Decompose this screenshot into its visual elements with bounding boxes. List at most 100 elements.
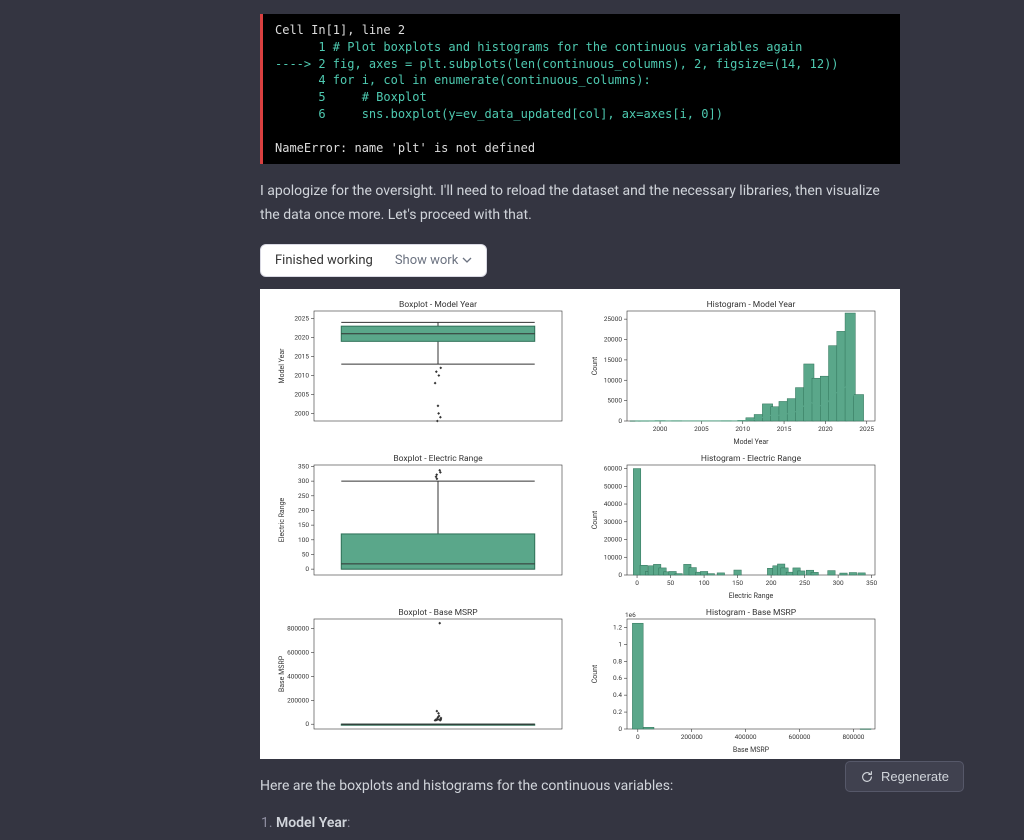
summary-text: Here are the boxplots and histograms for… <box>260 775 900 799</box>
svg-text:2010: 2010 <box>735 425 750 433</box>
svg-text:Boxplot - Model Year: Boxplot - Model Year <box>399 300 477 310</box>
histogram-chart: Histogram - Base MSRP 0 200000 400000 600000… <box>585 605 888 755</box>
svg-text:Model Year: Model Year <box>278 348 286 384</box>
svg-text:Base MSRP: Base MSRP <box>278 655 286 692</box>
svg-text:2020: 2020 <box>294 334 309 342</box>
svg-text:Electric Range: Electric Range <box>278 497 286 542</box>
regenerate-button[interactable]: Regenerate <box>845 761 964 792</box>
svg-text:200000: 200000 <box>287 696 309 704</box>
assistant-message: Cell In[1], line 2 1 # Plot boxplots and… <box>260 0 900 831</box>
histogram-chart: Histogram - Model Year 2000 2005 2010 2015 20… <box>585 297 888 447</box>
list-item: Model Year: <box>276 815 900 831</box>
svg-text:Electric Range: Electric Range <box>729 592 774 600</box>
svg-text:Boxplot - Base MSRP: Boxplot - Base MSRP <box>398 608 478 618</box>
svg-text:0: 0 <box>305 565 309 573</box>
svg-text:400000: 400000 <box>287 672 309 680</box>
svg-text:2000: 2000 <box>294 409 309 417</box>
svg-text:2025: 2025 <box>294 315 309 323</box>
svg-text:200: 200 <box>298 506 309 514</box>
svg-text:40000: 40000 <box>604 500 623 508</box>
traceback-l5: 5 # Boxplot <box>275 90 427 104</box>
traceback-error: NameError: name 'plt' is not defined <box>275 141 535 155</box>
svg-text:0: 0 <box>618 571 622 579</box>
svg-text:2025: 2025 <box>859 425 874 433</box>
svg-text:0: 0 <box>618 417 622 425</box>
assistant-text: I apologize for the oversight. I'll need… <box>260 180 900 228</box>
show-work-toggle[interactable]: Show work <box>395 253 472 268</box>
svg-text:800000: 800000 <box>842 733 864 741</box>
regenerate-label: Regenerate <box>881 769 949 784</box>
list-item-label: Model Year <box>276 815 347 831</box>
variable-list: Model Year: <box>260 815 900 831</box>
svg-text:5000: 5000 <box>607 397 622 405</box>
svg-text:10000: 10000 <box>604 553 623 561</box>
svg-text:0.6: 0.6 <box>613 674 622 682</box>
boxplot-chart: Boxplot - Base MSRP 0 200000 400000 600000 80… <box>272 605 575 755</box>
svg-text:350: 350 <box>298 462 309 470</box>
svg-text:100: 100 <box>699 579 710 587</box>
svg-text:150: 150 <box>298 521 309 529</box>
svg-text:800000: 800000 <box>287 625 309 633</box>
svg-text:20000: 20000 <box>604 335 623 343</box>
svg-text:150: 150 <box>732 579 743 587</box>
svg-text:Boxplot - Electric Range: Boxplot - Electric Range <box>393 454 483 464</box>
svg-text:200000: 200000 <box>681 733 703 741</box>
svg-text:2015: 2015 <box>777 425 792 433</box>
svg-text:200: 200 <box>766 579 777 587</box>
traceback-l6: 6 sns.boxplot(y=ev_data_updated[col], ax… <box>275 107 723 121</box>
svg-text:2000: 2000 <box>653 425 668 433</box>
chart-output: Boxplot - Model Year20002005201020152020… <box>260 289 900 759</box>
svg-text:100: 100 <box>298 536 309 544</box>
traceback-cell: Cell In[1], line 2 <box>275 23 405 37</box>
svg-text:0.2: 0.2 <box>613 708 622 716</box>
svg-text:30000: 30000 <box>604 518 623 526</box>
svg-text:Histogram - Electric Range: Histogram - Electric Range <box>701 454 802 464</box>
work-status: Finished working <box>275 253 373 268</box>
svg-text:50000: 50000 <box>604 482 623 490</box>
svg-text:600000: 600000 <box>287 648 309 656</box>
svg-text:10000: 10000 <box>604 376 623 384</box>
svg-text:0: 0 <box>636 733 640 741</box>
chevron-down-icon <box>462 255 472 265</box>
svg-text:0.8: 0.8 <box>613 657 622 665</box>
svg-text:Histogram - Model Year: Histogram - Model Year <box>707 300 796 310</box>
svg-text:0: 0 <box>305 720 309 728</box>
svg-text:2015: 2015 <box>294 352 309 360</box>
svg-text:50: 50 <box>302 550 310 558</box>
traceback-l1: 1 # Plot boxplots and histograms for the… <box>275 40 802 54</box>
svg-text:Model Year: Model Year <box>733 438 769 446</box>
svg-text:50: 50 <box>667 579 675 587</box>
traceback-l4: 4 for i, col in enumerate(continuous_col… <box>275 73 651 87</box>
histogram-chart: Histogram - Electric Range 0 50 100 150 200 25… <box>585 451 888 601</box>
svg-text:25000: 25000 <box>604 315 623 323</box>
svg-text:600000: 600000 <box>789 733 811 741</box>
svg-text:Count: Count <box>591 356 599 375</box>
regenerate-icon <box>860 770 874 784</box>
svg-text:1: 1 <box>618 640 622 648</box>
svg-text:Count: Count <box>591 664 599 683</box>
svg-text:300: 300 <box>298 477 309 485</box>
boxplot-chart: Boxplot - Electric Range0501001502002503… <box>272 451 575 601</box>
svg-text:0: 0 <box>635 579 639 587</box>
svg-text:1.2: 1.2 <box>613 623 622 631</box>
svg-text:2005: 2005 <box>694 425 709 433</box>
svg-text:350: 350 <box>866 579 877 587</box>
svg-text:300: 300 <box>833 579 844 587</box>
svg-text:Base MSRP: Base MSRP <box>733 746 770 754</box>
svg-text:250: 250 <box>799 579 810 587</box>
svg-text:2020: 2020 <box>818 425 833 433</box>
svg-text:0.4: 0.4 <box>613 691 622 699</box>
svg-text:400000: 400000 <box>735 733 757 741</box>
show-work-bar[interactable]: Finished working Show work <box>260 244 487 277</box>
svg-text:15000: 15000 <box>604 356 623 364</box>
traceback-l2: ----> 2 fig, axes = plt.subplots(len(con… <box>275 57 839 71</box>
svg-text:60000: 60000 <box>604 465 623 473</box>
svg-text:2010: 2010 <box>294 371 309 379</box>
show-work-label: Show work <box>395 253 458 268</box>
svg-text:2005: 2005 <box>294 390 309 398</box>
svg-text:Histogram - Base MSRP: Histogram - Base MSRP <box>706 608 797 618</box>
svg-text:1e6: 1e6 <box>625 611 636 619</box>
svg-text:Count: Count <box>591 510 599 529</box>
svg-text:0: 0 <box>618 725 622 733</box>
boxplot-chart: Boxplot - Model Year 2000 2005 2010 2015 2020… <box>272 297 575 447</box>
